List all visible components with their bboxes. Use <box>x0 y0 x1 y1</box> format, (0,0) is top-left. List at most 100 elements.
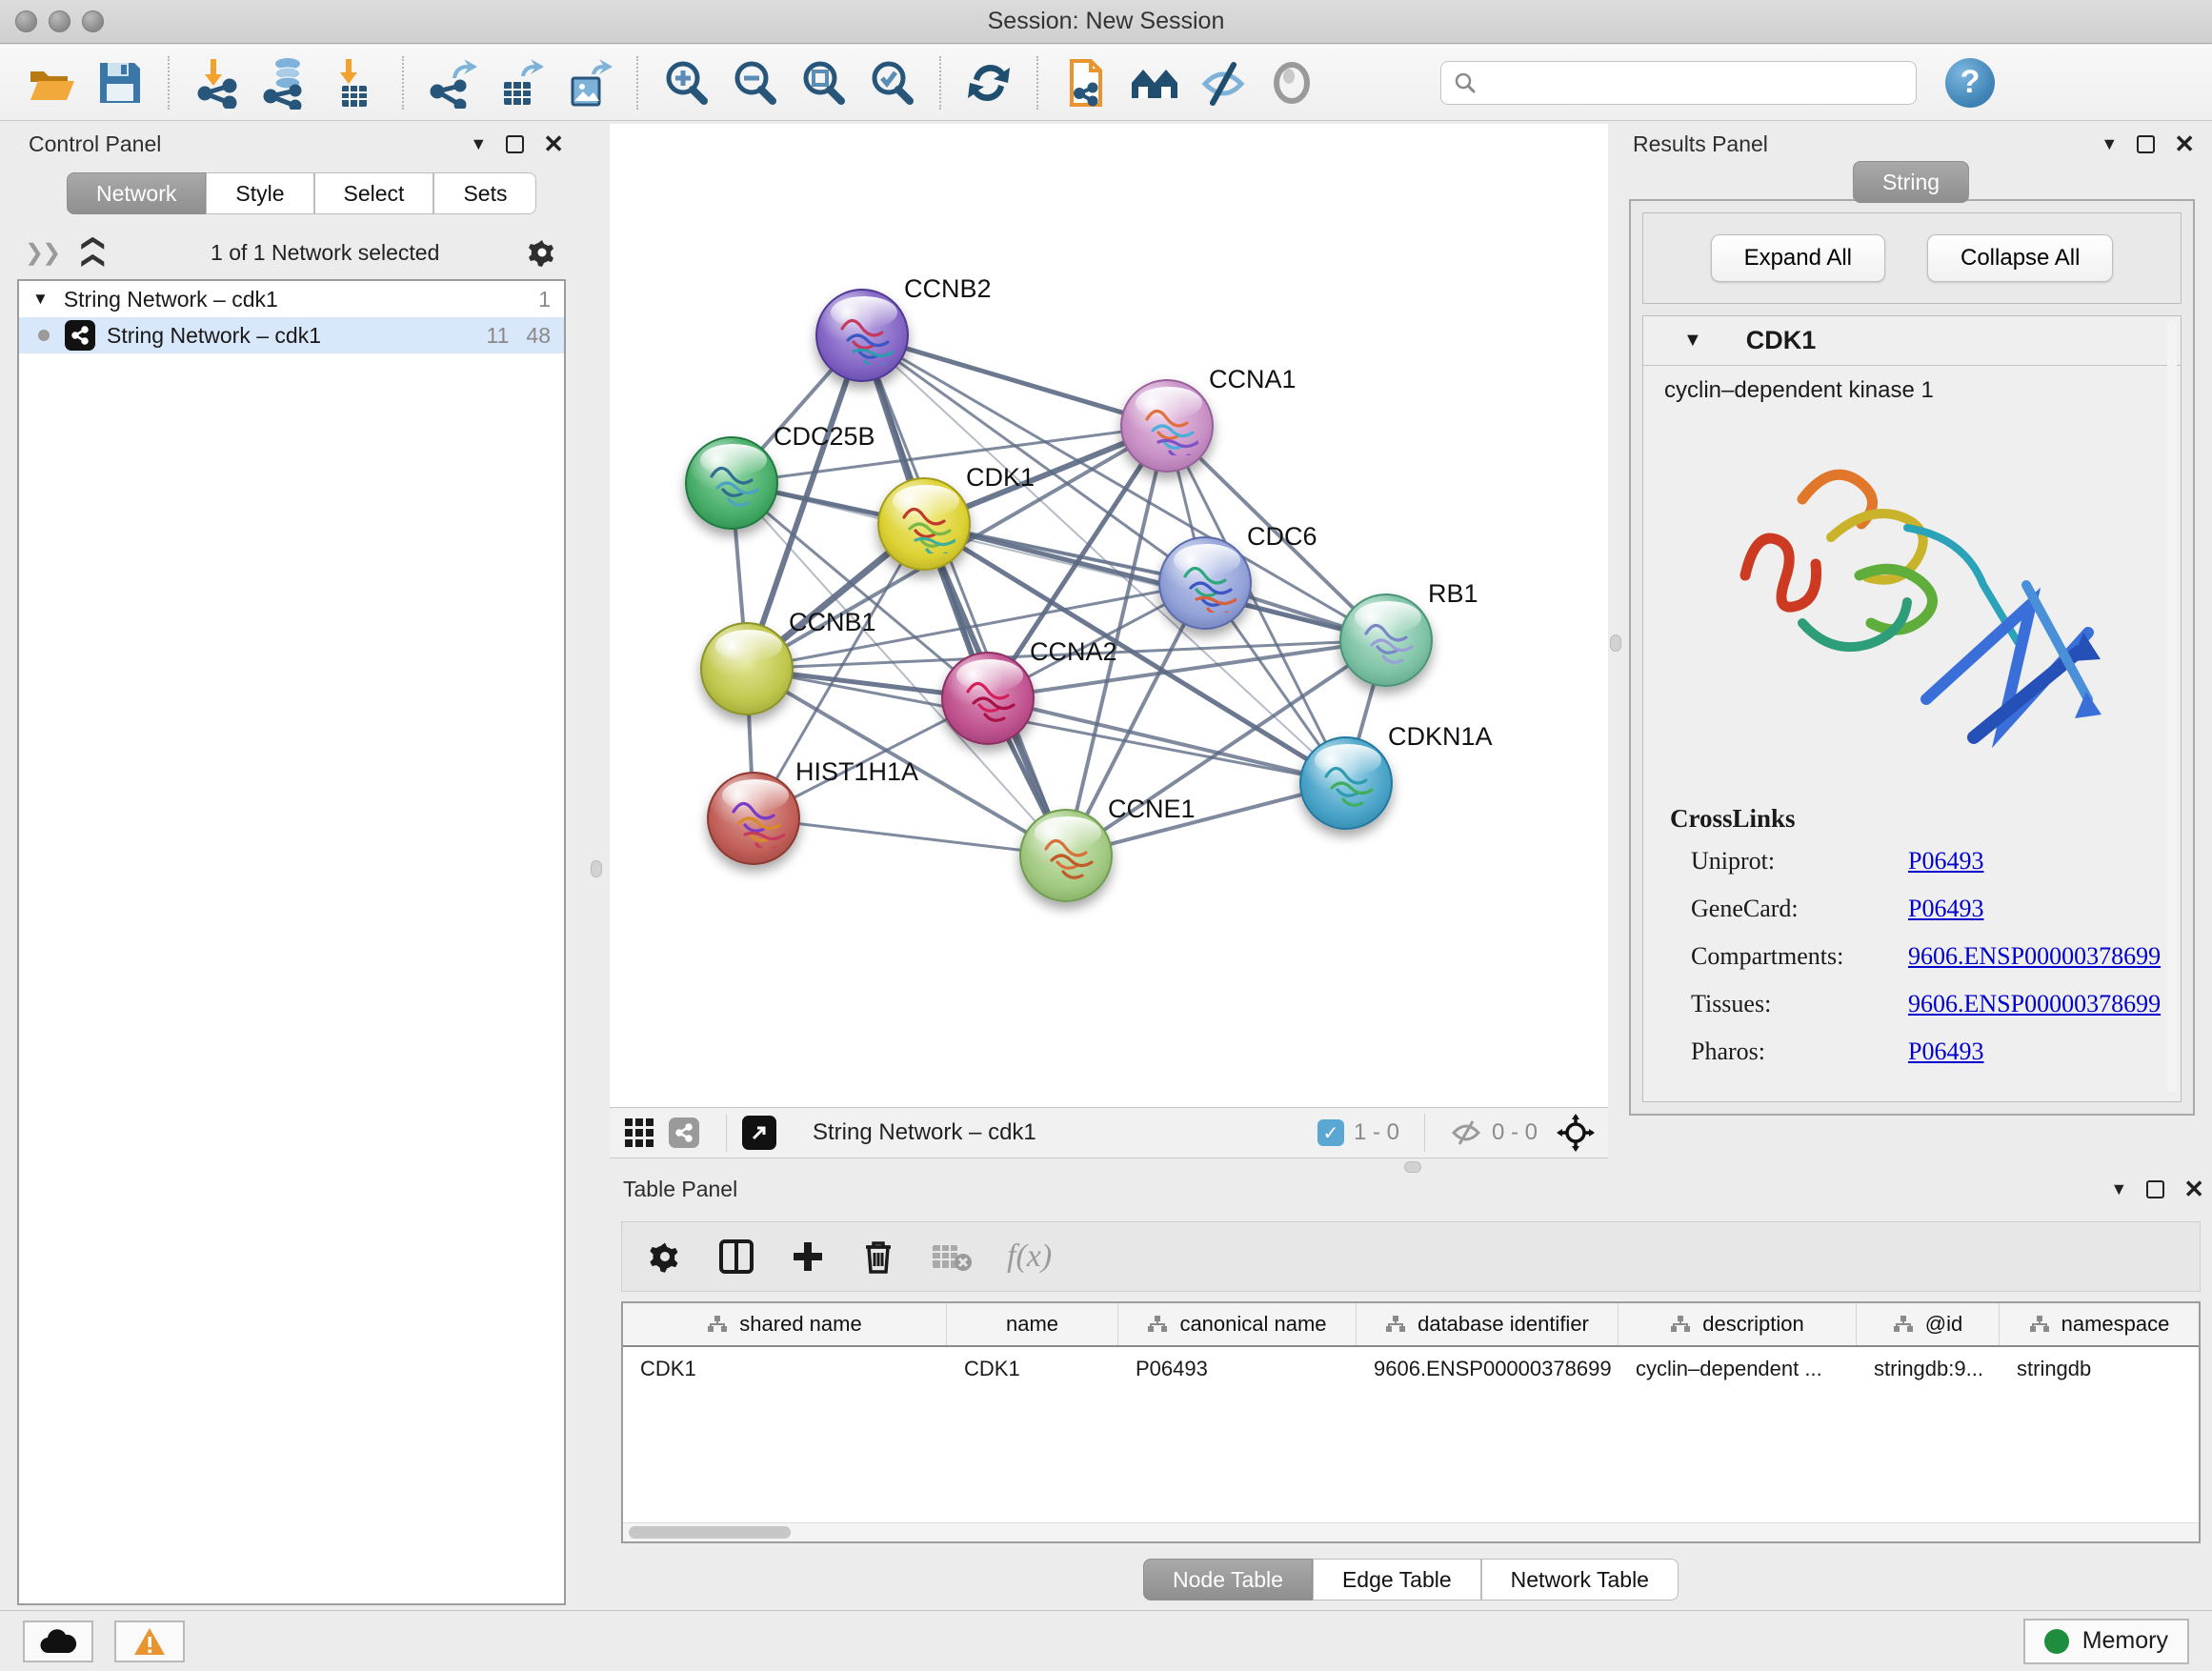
column-header-database-identifier[interactable]: database identifier <box>1357 1303 1619 1345</box>
tab-edge-table[interactable]: Edge Table <box>1313 1559 1481 1601</box>
results-scrollbar[interactable] <box>2167 320 2177 1092</box>
import-network-from-database-button[interactable] <box>258 55 313 111</box>
grid-view-icon[interactable] <box>623 1117 655 1149</box>
tab-style[interactable]: Style <box>206 172 313 214</box>
delete-column-icon[interactable] <box>860 1238 896 1276</box>
network-options-gear-icon[interactable] <box>526 236 558 269</box>
import-table-from-file-button[interactable] <box>327 55 382 111</box>
table-cell: P06493 <box>1118 1357 1357 1381</box>
tab-sets[interactable]: Sets <box>433 172 536 214</box>
network-node-cdk1[interactable] <box>877 477 971 571</box>
protein-description: cyclin–dependent kinase 1 <box>1643 366 2181 408</box>
show-results-button[interactable] <box>1264 55 1319 111</box>
panel-menu-icon[interactable]: ▼ <box>470 134 487 154</box>
crosslink-link[interactable]: P06493 <box>1908 1037 1983 1066</box>
minimize-window-button[interactable] <box>49 10 70 32</box>
zoom-out-button[interactable] <box>727 55 782 111</box>
scrollbar-thumb[interactable] <box>629 1526 791 1539</box>
memory-button[interactable]: Memory <box>2023 1619 2189 1664</box>
network-node-ccnb1[interactable] <box>700 622 794 715</box>
table-options-gear-icon[interactable] <box>647 1238 683 1275</box>
network-node-hist1h1a[interactable] <box>707 772 800 865</box>
open-in-new-window-icon[interactable] <box>742 1116 776 1150</box>
tab-node-table[interactable]: Node Table <box>1143 1559 1313 1601</box>
table-cell: stringdb <box>2000 1357 2200 1381</box>
network-node-count: 11 <box>487 323 510 349</box>
crosslink-row: Tissues:9606.ENSP00000378699 <box>1670 990 2181 1018</box>
zoom-selected-button[interactable] <box>864 55 919 111</box>
tab-network-table[interactable]: Network Table <box>1481 1559 1679 1601</box>
open-string-file-button[interactable] <box>1058 55 1114 111</box>
crosslink-link[interactable]: 9606.ENSP00000378699 <box>1908 942 2161 971</box>
close-panel-icon[interactable]: ✕ <box>2174 130 2195 159</box>
panel-menu-icon[interactable]: ▼ <box>2101 134 2118 154</box>
import-table-icon <box>329 57 380 109</box>
crosslink-link[interactable]: 9606.ENSP00000378699 <box>1908 990 2161 1018</box>
hide-results-button[interactable] <box>1196 55 1251 111</box>
string-home-button[interactable] <box>1127 55 1182 111</box>
column-header-shared-name[interactable]: shared name <box>623 1303 947 1345</box>
table-row[interactable]: CDK1CDK1P064939606.ENSP00000378699cyclin… <box>623 1347 2199 1391</box>
crosslink-link[interactable]: P06493 <box>1908 847 1983 876</box>
column-header-canonical-name[interactable]: canonical name <box>1118 1303 1357 1345</box>
cloud-status-button[interactable] <box>23 1621 93 1662</box>
export-table-button[interactable] <box>493 55 548 111</box>
warning-status-button[interactable] <box>114 1621 185 1662</box>
float-panel-icon[interactable] <box>2137 135 2155 153</box>
tab-string[interactable]: String <box>1853 161 1969 203</box>
zoom-in-button[interactable] <box>658 55 714 111</box>
export-network-button[interactable] <box>424 55 479 111</box>
panel-menu-icon[interactable]: ▼ <box>2110 1179 2127 1199</box>
close-window-button[interactable] <box>15 10 37 32</box>
collapse-section-icon[interactable]: ▼ <box>1683 330 1702 352</box>
open-session-button[interactable] <box>24 55 79 111</box>
separator <box>726 1114 727 1152</box>
network-node-ccne1[interactable] <box>1019 809 1113 902</box>
network-collection-row[interactable]: ▼ String Network – cdk1 1 <box>19 281 564 317</box>
add-column-icon[interactable] <box>790 1238 826 1275</box>
pan-crosshair-icon[interactable] <box>1557 1114 1595 1152</box>
import-network-from-file-button[interactable] <box>190 55 245 111</box>
tab-select[interactable]: Select <box>314 172 434 214</box>
save-session-button[interactable] <box>92 55 148 111</box>
crosslink-link[interactable]: P06493 <box>1908 895 1983 923</box>
network-column-icon <box>1147 1315 1168 1334</box>
column-header-namespace[interactable]: namespace <box>2000 1303 2200 1345</box>
column-header-description[interactable]: description <box>1619 1303 1857 1345</box>
collection-expand-icon[interactable]: ▼ <box>32 290 49 309</box>
show-columns-icon[interactable] <box>717 1238 755 1276</box>
column-header--id[interactable]: @id <box>1857 1303 2000 1345</box>
network-node-ccnb2[interactable] <box>815 289 909 382</box>
left-splitter-handle[interactable] <box>591 860 602 877</box>
close-panel-icon[interactable]: ✕ <box>543 130 564 159</box>
collapse-all-button[interactable]: Collapse All <box>1927 234 2113 282</box>
toolbar-search[interactable] <box>1440 61 1917 105</box>
expand-all-icon[interactable]: ❯❯ <box>78 235 106 270</box>
selected-nodes-checkbox[interactable]: ✓ <box>1317 1119 1344 1146</box>
help-button[interactable]: ? <box>1945 58 1995 108</box>
tab-network[interactable]: Network <box>67 172 206 214</box>
collapse-all-icon[interactable]: ❯❯ <box>25 239 59 267</box>
network-node-ccna2[interactable] <box>941 652 1035 745</box>
zoom-window-button[interactable] <box>82 10 104 32</box>
refresh-button[interactable] <box>961 55 1016 111</box>
expand-all-button[interactable]: Expand All <box>1711 234 1885 282</box>
zoom-fit-button[interactable] <box>795 55 851 111</box>
network-node-ccna1[interactable] <box>1120 379 1214 473</box>
node-label-ccnb2: CCNB2 <box>904 274 992 304</box>
search-input[interactable] <box>1478 70 1897 95</box>
table-horizontal-scrollbar[interactable] <box>623 1522 2199 1541</box>
close-panel-icon[interactable]: ✕ <box>2183 1175 2204 1204</box>
network-row[interactable]: String Network – cdk1 11 48 <box>19 317 564 353</box>
network-node-cdc25b[interactable] <box>685 436 778 530</box>
export-image-button[interactable] <box>561 55 616 111</box>
column-header-name[interactable]: name <box>947 1303 1118 1345</box>
string-network-icon[interactable] <box>669 1117 699 1148</box>
network-edge[interactable] <box>988 698 1346 783</box>
float-panel-icon[interactable] <box>2146 1180 2164 1198</box>
network-node-rb1[interactable] <box>1339 594 1433 687</box>
network-canvas[interactable]: CCNB2 CCNA1 CDC25B CDK1 CDC6 RB1 CCNB1 C… <box>610 124 1608 1107</box>
network-node-cdkn1a[interactable] <box>1299 736 1393 830</box>
network-node-cdc6[interactable] <box>1158 536 1252 630</box>
float-panel-icon[interactable] <box>506 135 524 153</box>
